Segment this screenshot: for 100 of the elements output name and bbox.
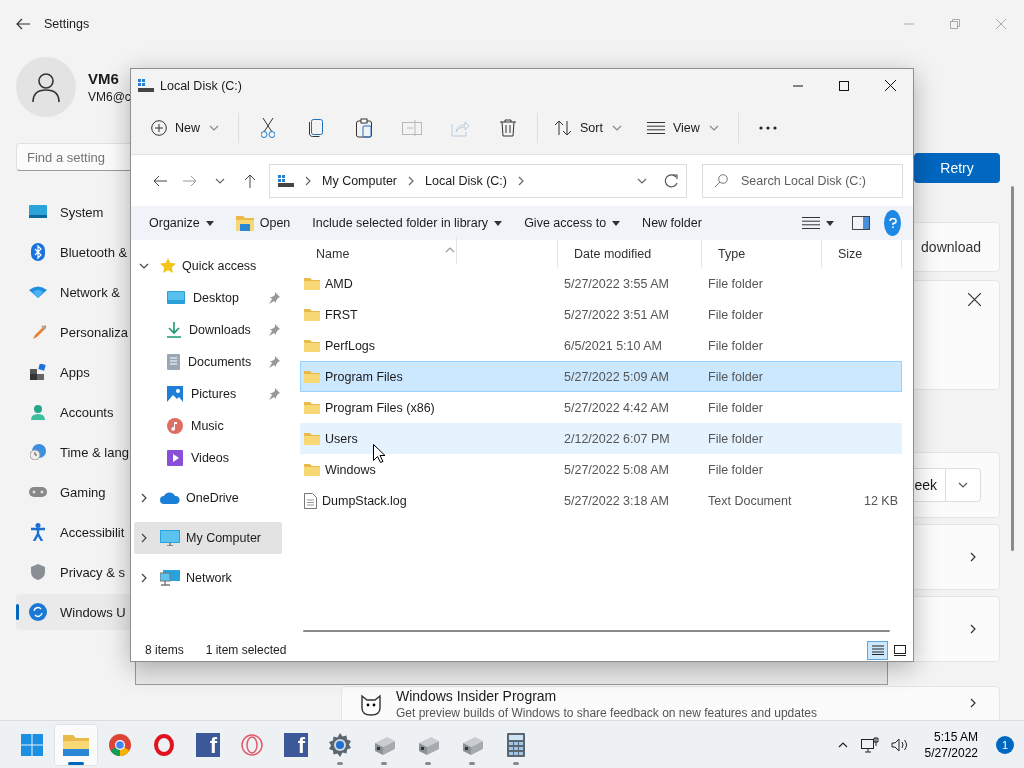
retry-button[interactable]: Retry [914, 153, 1000, 183]
column-header[interactable]: Date modified [558, 240, 702, 268]
toolbar-button[interactable]: Sort [546, 110, 631, 146]
date-cell: 5/27/2022 3:18 AM [564, 493, 669, 508]
tree-item[interactable]: Desktop [134, 282, 282, 314]
tree-item[interactable]: Pictures [134, 378, 282, 410]
file-row[interactable]: DumpStack.log 5/27/2022 3:18 AM Text Document 12 KB [300, 485, 902, 516]
breadcrumb[interactable]: Local Disk (C:) [425, 173, 507, 188]
taskbar-button[interactable] [54, 723, 98, 766]
machine-icon [417, 734, 439, 755]
notification-badge[interactable]: 1 [996, 735, 1014, 754]
file-row[interactable]: FRST 5/27/2022 3:51 AM File folder [300, 299, 902, 330]
tree-item[interactable]: OneDrive [134, 482, 282, 514]
address-bar[interactable]: My Computer Local Disk (C:) [269, 163, 687, 198]
restore-icon [950, 19, 960, 29]
nav-item[interactable]: System [16, 194, 130, 230]
type-cell: File folder [708, 431, 763, 446]
column-header[interactable]: Type [702, 240, 822, 268]
taskbar-button[interactable]: f [186, 723, 230, 766]
tree-item[interactable]: Network [134, 562, 282, 594]
file-row[interactable]: AMD 5/27/2022 3:55 AM File folder [300, 268, 902, 299]
network-icon [160, 570, 180, 586]
share-icon [451, 119, 469, 137]
nav-item[interactable]: Windows U [16, 594, 130, 630]
command-button[interactable]: Open [227, 209, 299, 237]
folder-icon [304, 370, 320, 383]
folder-icon [304, 308, 320, 321]
tree-item[interactable]: Documents [134, 346, 282, 378]
tree-item[interactable]: My Computer [134, 522, 282, 554]
command-button[interactable]: New folder [634, 209, 710, 237]
help-icon[interactable] [884, 210, 901, 236]
file-row[interactable]: Windows 5/27/2022 5:08 AM File folder [300, 454, 902, 485]
file-row[interactable]: Program Files 5/27/2022 5:09 AM File folder [300, 361, 902, 392]
breadcrumb[interactable]: My Computer [322, 173, 398, 188]
volume-button[interactable] [890, 737, 909, 752]
mouse-pointer-icon [373, 444, 385, 463]
window-title: Settings [44, 17, 90, 31]
search-icon [714, 173, 728, 188]
ring-logo-icon [154, 733, 174, 756]
status-text: 1 item selected [205, 643, 287, 657]
picture-icon [167, 386, 183, 402]
nav-item[interactable]: Time & lang [16, 434, 130, 470]
browser-logo-icon [109, 733, 131, 756]
scrollbar[interactable] [1011, 186, 1014, 551]
command-button[interactable]: Give access to [516, 209, 629, 237]
file-row[interactable]: Users 2/12/2022 6:07 PM File folder [300, 423, 902, 454]
network-button[interactable] [860, 736, 879, 753]
close-button[interactable] [968, 293, 981, 306]
card-text: download [921, 239, 981, 255]
pin-icon [268, 388, 280, 400]
machine-icon [461, 734, 483, 755]
nav-item[interactable]: Personaliza [16, 314, 130, 350]
tree-item[interactable]: Videos [134, 442, 282, 474]
column-header[interactable]: Size [822, 240, 902, 268]
monitor-icon [160, 530, 180, 546]
nav-item[interactable]: Accessibilit [16, 514, 130, 550]
command-button[interactable]: Include selected folder in library [304, 209, 511, 237]
pin-icon [268, 324, 280, 336]
status-text: 8 items [145, 643, 184, 657]
toolbar-button[interactable]: View [638, 110, 728, 146]
search-field[interactable]: Search Local Disk (C:) [702, 163, 903, 198]
toolbar-button[interactable]: New [143, 110, 228, 146]
refresh-button[interactable] [664, 173, 678, 188]
refresh-circle-icon [29, 603, 47, 621]
file-row[interactable]: PerfLogs 6/5/2021 5:10 AM File folder [300, 330, 902, 361]
command-button[interactable]: Organize [141, 209, 222, 237]
list-icon [802, 217, 820, 229]
date-cell: 2/12/2022 6:07 PM [564, 431, 670, 446]
type-cell: File folder [708, 400, 763, 415]
taskbar-button[interactable]: f [274, 723, 318, 766]
clock[interactable]: 5:15 AM 5/27/2022 [924, 728, 978, 761]
document-icon [167, 354, 180, 370]
tree-item[interactable]: Quick access [134, 250, 282, 282]
tree-item[interactable]: Downloads [134, 314, 282, 346]
clock-globe-icon [30, 444, 46, 460]
type-cell: File folder [708, 462, 763, 477]
nav-item[interactable]: Accounts [16, 394, 130, 430]
nav-item[interactable]: Bluetooth & [16, 234, 130, 270]
nav-item[interactable]: Network & [16, 274, 130, 310]
tree-item[interactable]: Music [134, 410, 282, 442]
file-name: Users [325, 431, 358, 446]
nav-item[interactable]: Apps [16, 354, 130, 390]
nav-item[interactable]: Privacy & s [16, 554, 130, 590]
settings-card[interactable]: Windows Insider Program Get preview builds of Windows to share feedback on new features and updates [341, 686, 1000, 720]
date-cell: 5/27/2022 3:55 AM [564, 276, 669, 291]
date-cell: 5/27/2022 5:09 AM [564, 369, 669, 384]
nav-item[interactable]: Gaming [16, 474, 130, 510]
date-cell: 5/27/2022 5:08 AM [564, 462, 669, 477]
close-icon [996, 19, 1006, 29]
search-field[interactable]: Find a setting [16, 143, 130, 171]
more-icon [758, 126, 777, 130]
letter-f-logo: f [284, 732, 308, 757]
dropdown[interactable]: eek [914, 468, 981, 502]
window-title: Local Disk (C:) [160, 78, 242, 93]
folder-icon [304, 339, 320, 352]
column-header[interactable]: Name [300, 240, 558, 268]
file-name: Program Files [325, 369, 403, 384]
file-row[interactable]: Program Files (x86) 5/27/2022 4:42 AM File folder [300, 392, 902, 423]
monitor-icon [29, 205, 47, 219]
details-view-button[interactable] [867, 640, 888, 660]
